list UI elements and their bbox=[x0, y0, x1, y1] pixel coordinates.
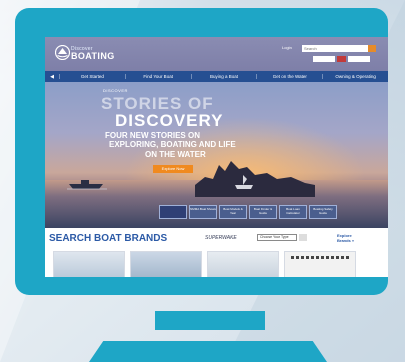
hero-title-line2: DISCOVERY bbox=[115, 111, 224, 130]
discover-boating-logo-icon[interactable] bbox=[55, 45, 70, 60]
site-header: Discover BOATING Login bbox=[45, 37, 388, 71]
monitor-screen: Discover BOATING Login ◀ Get Started Fin… bbox=[45, 37, 388, 277]
monitor-frame: Discover BOATING Login ◀ Get Started Fin… bbox=[15, 8, 388, 295]
header-utility-button[interactable] bbox=[313, 56, 335, 62]
hero-subtitle-line3: ON THE WATER bbox=[145, 150, 206, 159]
explore-brands-line2: Brands » bbox=[337, 238, 355, 243]
header-utility-button-2[interactable] bbox=[348, 56, 370, 62]
main-nav: ◀ Get Started Find Your Boat Buying a Bo… bbox=[45, 71, 388, 82]
boat-type-select[interactable]: Choose Your Type bbox=[257, 234, 297, 241]
nav-item-buying-a-boat[interactable]: Buying a Boat bbox=[190, 74, 257, 79]
nav-item-get-on-the-water[interactable]: Get on the Water bbox=[256, 74, 322, 79]
featured-thumbnail[interactable] bbox=[207, 251, 279, 277]
monitor-stand-base bbox=[89, 341, 327, 362]
hero-subtitle-line2: EXPLORING, BOATING AND LIFE bbox=[109, 140, 236, 149]
brand-logo-icon[interactable] bbox=[159, 205, 187, 219]
featured-thumbnail[interactable] bbox=[130, 251, 202, 277]
sponsor-logo[interactable]: SUPERWAKE bbox=[205, 235, 237, 241]
featured-thumbnail[interactable] bbox=[284, 251, 356, 277]
featured-thumbnails bbox=[53, 251, 356, 277]
search-brands-heading: SEARCH BOAT BRANDS bbox=[49, 233, 168, 244]
logo-wordmark[interactable]: BOATING bbox=[71, 51, 115, 61]
hero-subtitle-line1: FOUR NEW STORIES ON bbox=[105, 131, 200, 140]
quick-link-tile[interactable]: Boat Models & Year bbox=[219, 205, 247, 219]
island-silhouette bbox=[195, 161, 315, 197]
nav-item-find-your-boat[interactable]: Find Your Boat bbox=[124, 74, 191, 79]
quick-link-tile[interactable]: Boating Safety Guide bbox=[309, 205, 337, 219]
boat-silhouette bbox=[67, 180, 107, 190]
site-search-input[interactable] bbox=[302, 45, 368, 52]
featured-thumbnail[interactable] bbox=[53, 251, 125, 277]
nav-item-get-started[interactable]: Get Started bbox=[59, 74, 125, 79]
search-brands-row: SEARCH BOAT BRANDS SUPERWAKE Choose Your… bbox=[45, 229, 388, 247]
login-link[interactable]: Login bbox=[282, 45, 292, 50]
explore-brands-link[interactable]: Explore Brands » bbox=[337, 233, 354, 243]
quick-link-tile[interactable]: Boat Finder & Guide bbox=[249, 205, 277, 219]
nav-item-owning-operating[interactable]: Owning & Operating bbox=[322, 74, 388, 79]
brand-search-go-button[interactable] bbox=[299, 234, 307, 241]
search-button[interactable] bbox=[368, 45, 376, 52]
nav-arrow-icon[interactable]: ◀ bbox=[45, 74, 59, 80]
quick-links-row: NMMA Boat Shows Boat Models & Year Boat … bbox=[159, 205, 337, 219]
header-social-button[interactable] bbox=[337, 56, 346, 62]
monitor-stand-neck bbox=[155, 311, 265, 330]
hero-cta-button[interactable]: Explore Now bbox=[153, 165, 193, 173]
quick-link-tile[interactable]: Boat Loan Calculator bbox=[279, 205, 307, 219]
hero-eyebrow: DISCOVER bbox=[103, 88, 128, 93]
quick-link-tile[interactable]: NMMA Boat Shows bbox=[189, 205, 217, 219]
thumbnail-text-bar bbox=[291, 256, 349, 259]
